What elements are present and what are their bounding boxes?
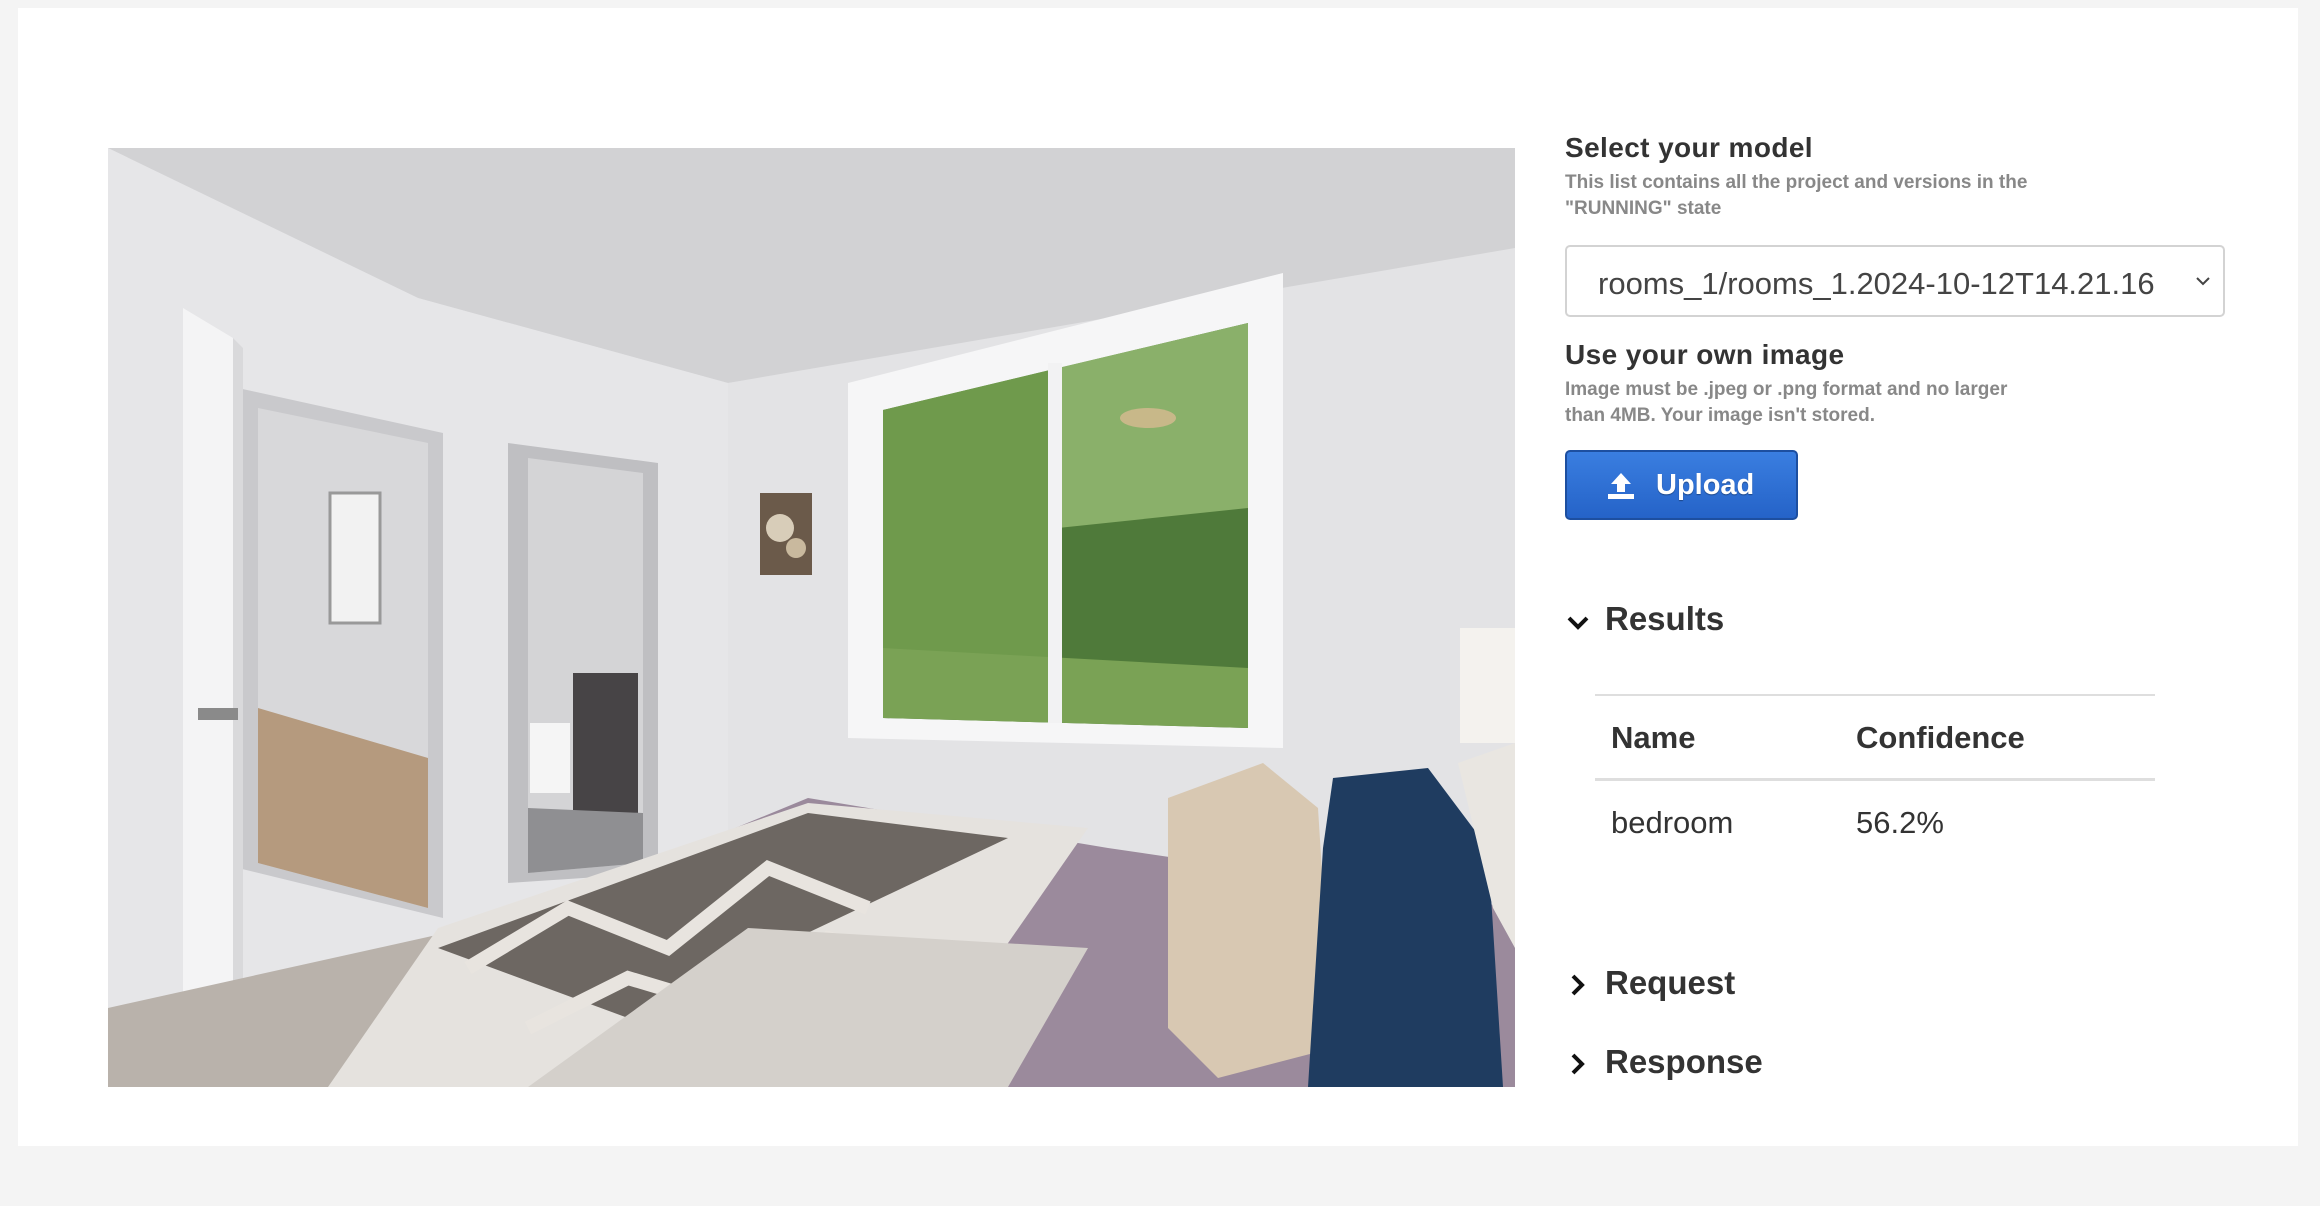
main-card: Select your model This list contains all…	[18, 8, 2298, 1146]
request-title: Request	[1605, 964, 1736, 1001]
results-toggle[interactable]: Results	[1565, 600, 1865, 642]
model-select[interactable]: rooms_1/rooms_1.2024-10-12T14.21.16	[1565, 245, 2225, 317]
column-header-confidence: Confidence	[1856, 720, 2025, 755]
preview-image	[108, 148, 1515, 1087]
chevron-down-icon	[1567, 616, 1589, 630]
own-image-help: Image must be .jpeg or .png format and n…	[1565, 379, 2008, 426]
select-model-help: This list contains all the project and v…	[1565, 172, 2028, 219]
control-panel: Select your model This list contains all…	[1565, 8, 2265, 1146]
upload-button[interactable]: Upload	[1565, 450, 1798, 520]
own-image-heading: Use your own image	[1565, 339, 1845, 370]
table-row: bedroom 56.2%	[1595, 781, 2155, 865]
chevron-down-icon	[2196, 277, 2210, 286]
upload-icon	[1608, 473, 1634, 499]
bedroom-photo	[108, 148, 1515, 1087]
results-title: Results	[1605, 600, 1725, 637]
model-select-value: rooms_1/rooms_1.2024-10-12T14.21.16	[1598, 266, 2155, 301]
chevron-right-icon	[1571, 974, 1585, 996]
chevron-right-icon	[1571, 1053, 1585, 1075]
response-title: Response	[1605, 1043, 1763, 1080]
upload-button-label: Upload	[1656, 469, 1755, 501]
result-name: bedroom	[1611, 805, 1734, 840]
column-header-name: Name	[1611, 720, 1696, 755]
results-table-header: Name Confidence	[1595, 696, 2155, 781]
results-table: Name Confidence bedroom 56.2%	[1595, 694, 2155, 865]
result-confidence: 56.2%	[1856, 805, 1944, 840]
request-toggle[interactable]: Request	[1565, 964, 1865, 1006]
response-toggle[interactable]: Response	[1565, 1043, 1865, 1085]
select-model-heading: Select your model	[1565, 132, 1813, 163]
